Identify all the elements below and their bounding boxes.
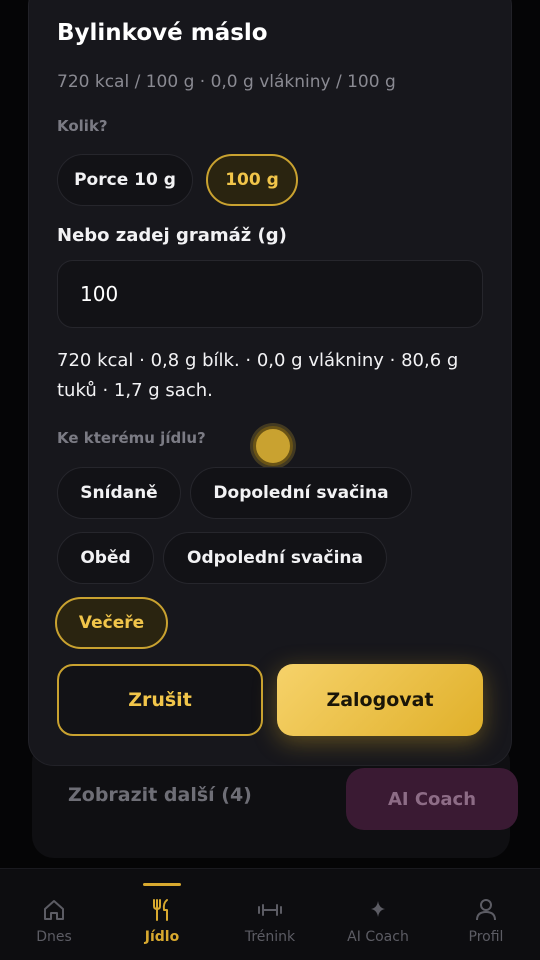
meal-chip-label: Dopolední svačina <box>213 483 389 503</box>
portion-chip-label: 100 g <box>225 170 279 190</box>
nav-label: Dnes <box>36 929 72 945</box>
nav-label: Jídlo <box>144 929 180 945</box>
meal-chip-label: Odpolední svačina <box>187 548 363 568</box>
nav-item-dnes[interactable]: Dnes <box>18 869 90 960</box>
portion-chip-100g[interactable]: 100 g <box>206 154 298 206</box>
sparkle-icon <box>365 897 391 923</box>
nav-item-ai-coach[interactable]: AI Coach <box>334 869 422 960</box>
meal-chip-lunch[interactable]: Oběd <box>57 532 154 584</box>
log-button[interactable]: Zalogovat <box>277 664 483 736</box>
grams-input[interactable]: 100 <box>57 260 483 328</box>
food-subtitle: 720 kcal / 100 g · 0,0 g vlákniny / 100 … <box>57 72 396 92</box>
dumbbell-icon <box>256 897 284 923</box>
log-button-label: Zalogovat <box>326 689 434 711</box>
active-tab-indicator <box>143 883 181 886</box>
fork-knife-icon <box>149 897 175 923</box>
nav-item-jidlo[interactable]: Jídlo <box>126 869 198 960</box>
food-title: Bylinkové máslo <box>57 20 268 46</box>
portion-chip-10g[interactable]: Porce 10 g <box>57 154 193 206</box>
nav-label: Profil <box>468 929 504 945</box>
meal-chip-dinner[interactable]: Večeře <box>55 597 168 649</box>
ai-coach-button[interactable]: AI Coach <box>346 768 518 830</box>
grams-label: Nebo zadej gramáž (g) <box>57 225 287 246</box>
meal-chip-label: Oběd <box>80 548 131 568</box>
amount-label: Kolik? <box>57 117 108 135</box>
nav-item-profil[interactable]: Profil <box>450 869 522 960</box>
home-icon <box>41 897 67 923</box>
show-more-link[interactable]: Zobrazit další (4) <box>68 784 252 806</box>
nav-label: AI Coach <box>347 929 409 945</box>
touch-indicator <box>253 426 293 466</box>
meal-chip-afternoon-snack[interactable]: Odpolední svačina <box>163 532 387 584</box>
meal-label: Ke kterému jídlu? <box>57 429 206 447</box>
ai-coach-label: AI Coach <box>387 788 477 810</box>
cancel-button-label: Zrušit <box>128 689 192 711</box>
grams-input-value: 100 <box>80 282 119 306</box>
meal-chip-label: Snídaně <box>80 483 158 503</box>
cancel-button[interactable]: Zrušit <box>57 664 263 736</box>
user-icon <box>473 897 499 923</box>
nutrition-summary: 720 kcal · 0,8 g bílk. · 0,0 g vlákniny … <box>57 350 459 401</box>
nav-item-trenink[interactable]: Trénink <box>234 869 306 960</box>
meal-chip-breakfast[interactable]: Snídaně <box>57 467 181 519</box>
nav-label: Trénink <box>244 929 296 945</box>
meal-chip-morning-snack[interactable]: Dopolední svačina <box>190 467 412 519</box>
meal-chip-label: Večeře <box>78 613 145 633</box>
portion-chip-label: Porce 10 g <box>74 170 176 190</box>
bottom-nav: Dnes Jídlo Trénink AI Coach Profil <box>0 868 540 960</box>
